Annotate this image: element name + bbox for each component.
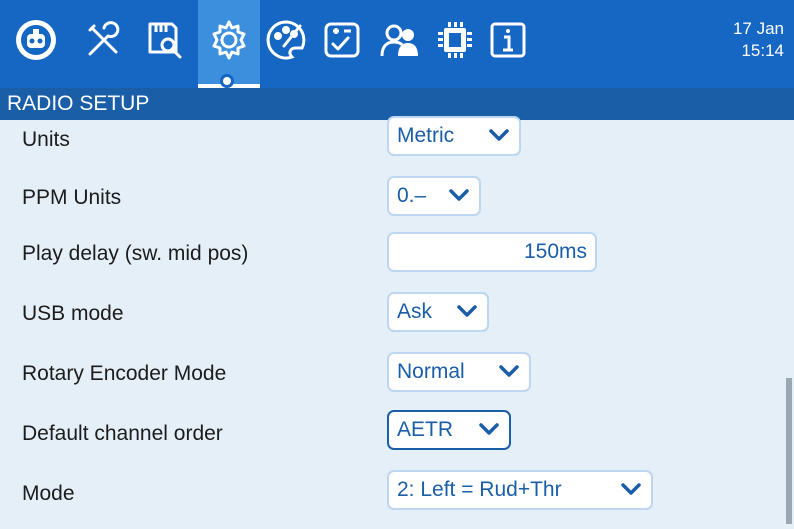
chevron-down-icon <box>489 129 509 141</box>
usb-mode-select[interactable]: Ask <box>387 292 489 332</box>
rotary-encoder-mode-select[interactable]: Normal <box>387 352 531 392</box>
info-icon[interactable] <box>484 14 532 66</box>
play-delay-input[interactable]: 150ms <box>387 232 597 272</box>
setting-row-rotary-encoder-mode: Rotary Encoder Mode Normal <box>0 350 794 406</box>
settings-list: Units Metric PPM Units 0.– Play delay (s… <box>0 116 794 529</box>
users-icon[interactable] <box>376 14 424 66</box>
default-channel-order-select[interactable]: AETR <box>387 410 511 450</box>
setting-label: Mode <box>22 482 75 505</box>
gear-icon[interactable] <box>205 14 253 66</box>
chevron-down-icon <box>621 483 641 495</box>
clock: 17 Jan 15:14 <box>733 18 784 62</box>
setting-row-units: Units Metric <box>0 116 794 176</box>
select-value: 2: Left = Rud+Thr <box>397 478 562 501</box>
units-select[interactable]: Metric <box>387 116 521 156</box>
radio-icon[interactable] <box>12 14 60 66</box>
ppm-units-select[interactable]: 0.– <box>387 176 481 216</box>
select-value: Metric <box>397 124 455 147</box>
setting-label: Play delay (sw. mid pos) <box>22 242 249 265</box>
tools-icon[interactable] <box>80 14 128 66</box>
chevron-down-icon <box>479 423 499 435</box>
checklist-icon[interactable] <box>318 14 366 66</box>
time-text: 15:14 <box>741 41 784 60</box>
sd-card-icon[interactable] <box>140 14 188 66</box>
setting-label: Default channel order <box>22 422 223 445</box>
setting-label: USB mode <box>22 302 124 325</box>
scrollbar[interactable] <box>786 378 792 524</box>
chevron-down-icon <box>457 305 477 317</box>
setting-row-default-channel-order: Default channel order AETR <box>0 410 794 466</box>
select-value: AETR <box>397 418 454 441</box>
active-tab-indicator <box>220 74 234 88</box>
select-value: Ask <box>397 300 433 323</box>
setting-row-mode: Mode 2: Left = Rud+Thr <box>0 470 794 526</box>
setting-row-ppm-units: PPM Units 0.– <box>0 176 794 232</box>
setting-row-play-delay: Play delay (sw. mid pos) 150ms <box>0 232 794 288</box>
chevron-down-icon <box>449 189 469 201</box>
date-text: 17 Jan <box>732 19 784 38</box>
top-toolbar: 17 Jan 15:14 <box>0 0 794 88</box>
setting-label: PPM Units <box>22 186 122 209</box>
hardware-chip-icon[interactable] <box>430 14 478 66</box>
select-value: 0.– <box>397 184 427 207</box>
chevron-down-icon <box>499 365 519 377</box>
mode-select[interactable]: 2: Left = Rud+Thr <box>387 470 653 510</box>
theme-palette-icon[interactable] <box>262 14 310 66</box>
setting-row-usb-mode: USB mode Ask <box>0 292 794 348</box>
setting-label: Rotary Encoder Mode <box>22 362 227 385</box>
setting-label: Units <box>22 128 70 151</box>
select-value: Normal <box>397 360 465 383</box>
